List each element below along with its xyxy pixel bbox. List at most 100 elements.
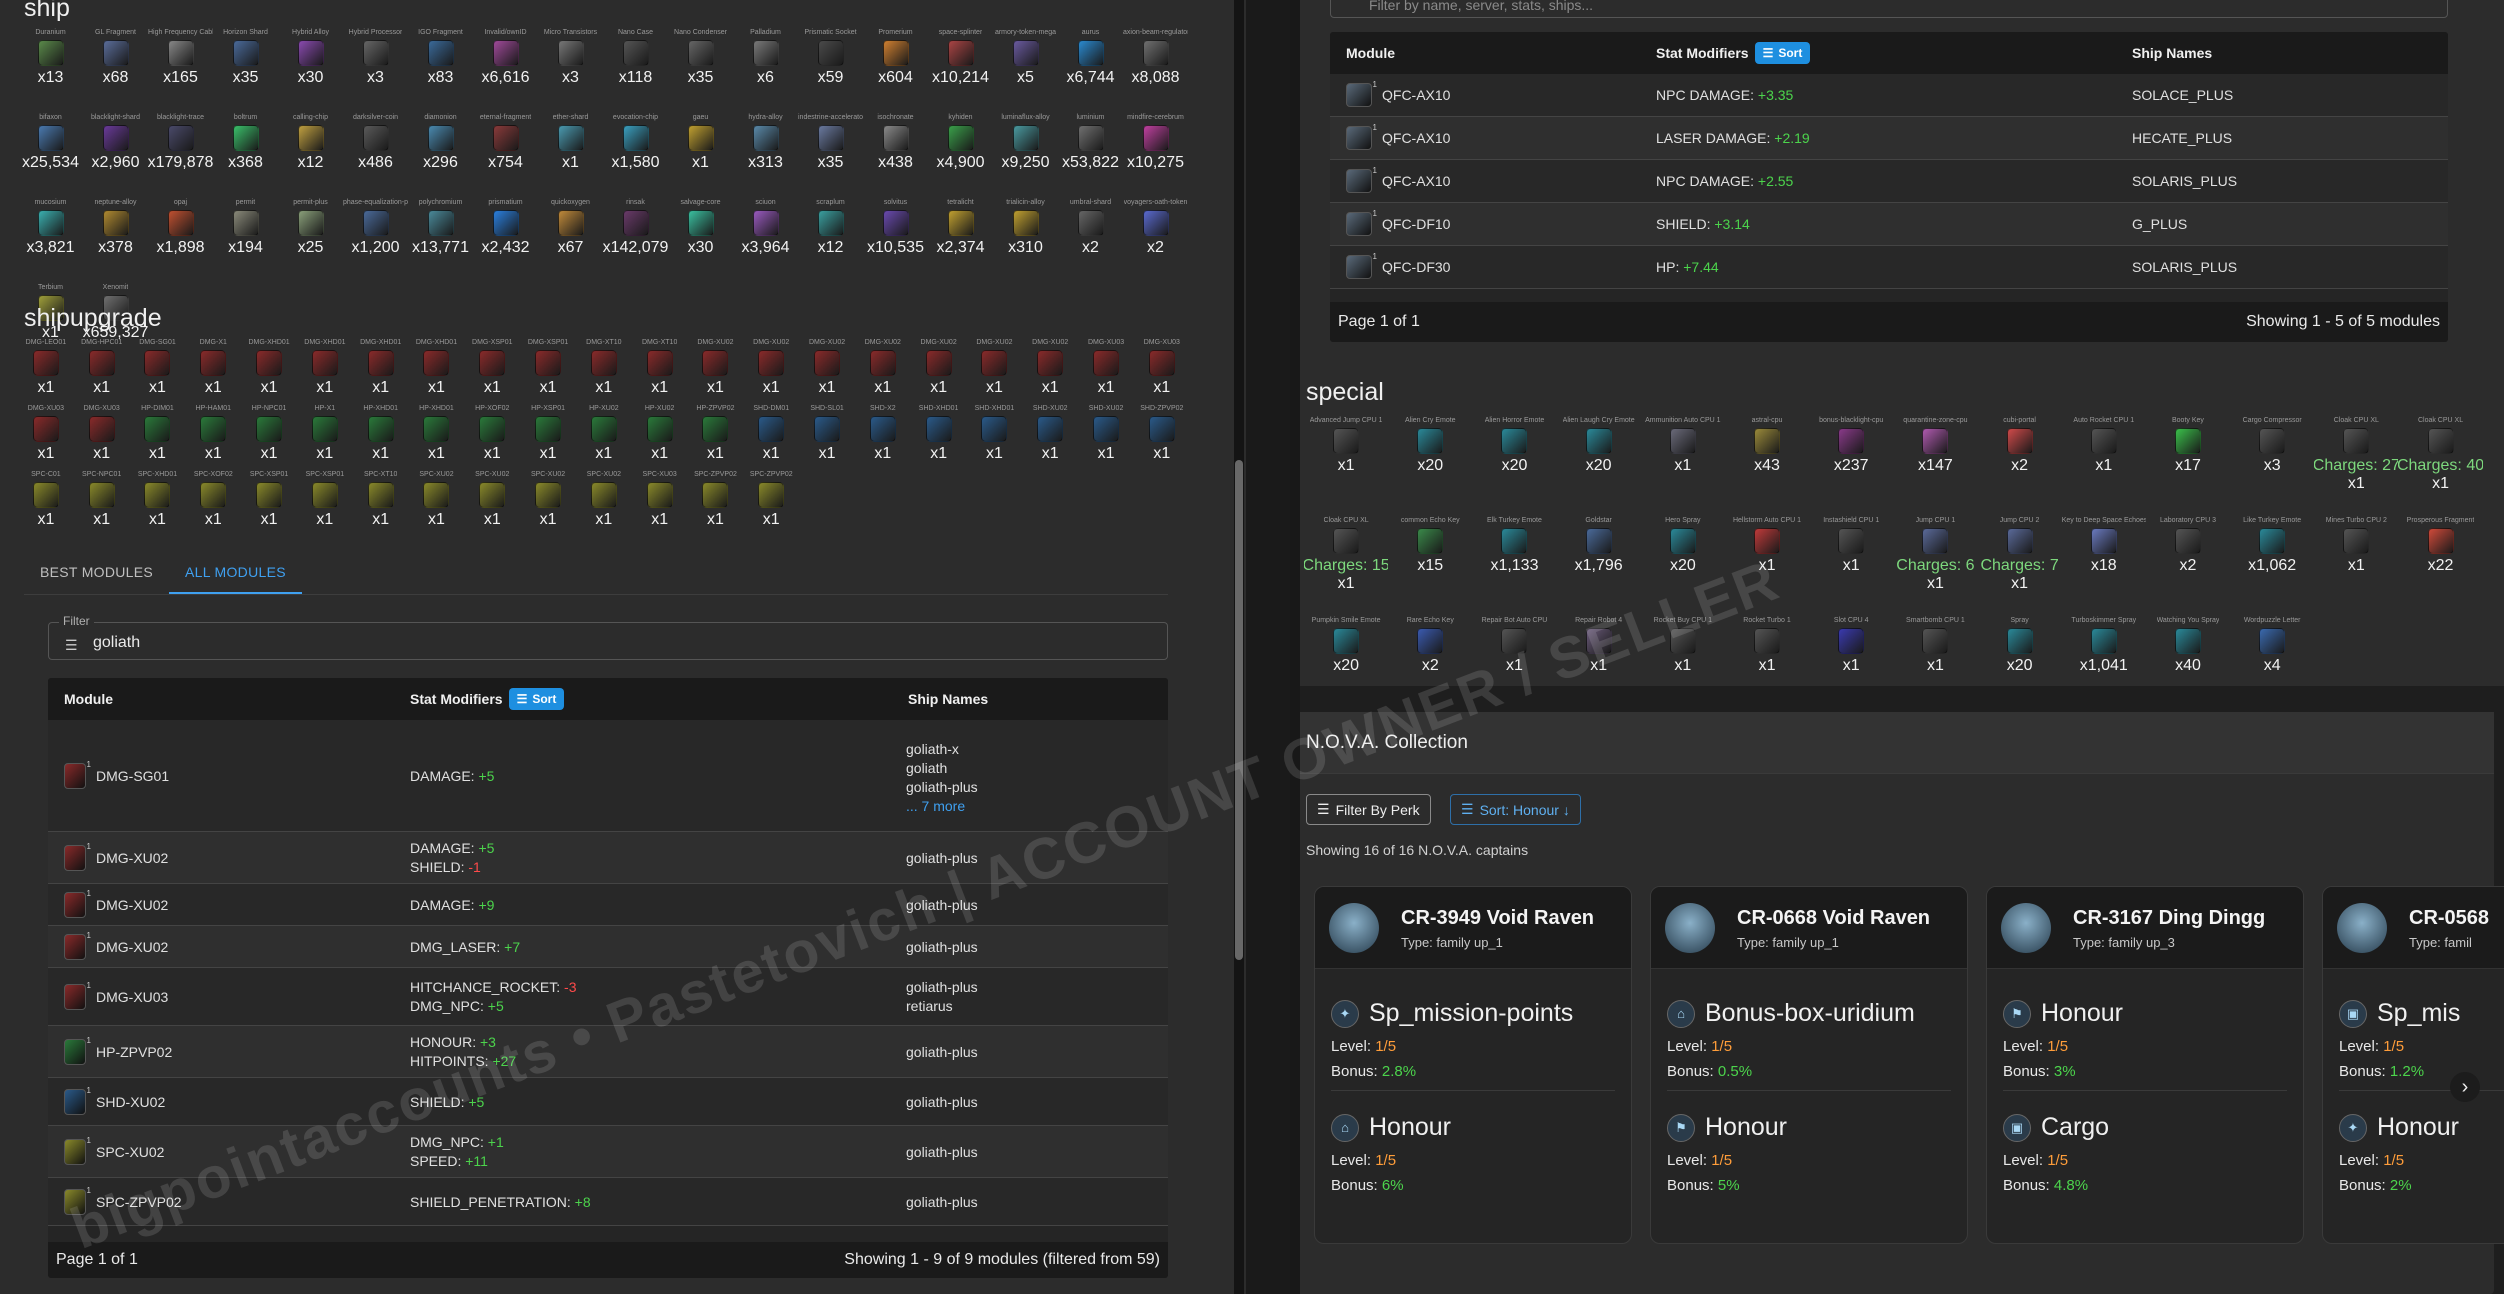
header-module[interactable]: Module: [48, 691, 410, 707]
inventory-item[interactable]: permit x194: [213, 198, 278, 283]
table-row[interactable]: SPC-ZPVP02SHIELD_PENETRATION: +8goliath-…: [48, 1178, 1168, 1226]
inventory-item[interactable]: SPC-ZPVP02 x1: [688, 470, 744, 536]
inventory-item[interactable]: Laboratory CPU 3 x2: [2146, 516, 2230, 616]
left-scrollbar-thumb[interactable]: [1235, 460, 1243, 960]
inventory-item[interactable]: blacklight-trace x179,878: [148, 113, 213, 198]
inventory-item[interactable]: DMG-SG01 x1: [130, 338, 186, 404]
inventory-item[interactable]: SPC-XU03 x1: [632, 470, 688, 536]
sort-button[interactable]: ☰ Sort: [508, 688, 565, 710]
inventory-item[interactable]: space-splinter x10,214: [928, 28, 993, 113]
inventory-item[interactable]: Palladium x6: [733, 28, 798, 113]
inventory-item[interactable]: HP-HAM01 x1: [185, 404, 241, 470]
inventory-item[interactable]: SHD-XHD01 x1: [967, 404, 1023, 470]
filter-by-perk-button[interactable]: ☰ Filter By Perk: [1306, 794, 1431, 825]
show-more-link[interactable]: ... 7 more: [906, 798, 978, 814]
inventory-item[interactable]: IGO Fragment x83: [408, 28, 473, 113]
inventory-item[interactable]: Like Turkey Emote x1,062: [2230, 516, 2314, 616]
inventory-item[interactable]: Rare Echo Key x2: [1388, 616, 1472, 716]
inventory-item[interactable]: Horizon Shard x35: [213, 28, 278, 113]
inventory-item[interactable]: tetralicht x2,374: [928, 198, 993, 283]
table-row[interactable]: QFC-DF30HP: +7.44SOLARIS_PLUS: [1330, 246, 2448, 289]
inventory-item[interactable]: Turboskimmer Spray x1,041: [2062, 616, 2146, 716]
inventory-item[interactable]: cubi-portal x2: [1978, 416, 2062, 516]
inventory-item[interactable]: mucosium x3,821: [18, 198, 83, 283]
inventory-item[interactable]: solvitus x10,535: [863, 198, 928, 283]
inventory-item[interactable]: Auto Rocket CPU 1 x1: [2062, 416, 2146, 516]
inventory-item[interactable]: Watching You Spray x40: [2146, 616, 2230, 716]
inventory-item[interactable]: High Frequency Cable x165: [148, 28, 213, 113]
inventory-item[interactable]: trialicin-alloy x310: [993, 198, 1058, 283]
inventory-item[interactable]: quickoxygen x67: [538, 198, 603, 283]
inventory-item[interactable]: DMG-XSP01 x1: [520, 338, 576, 404]
inventory-item[interactable]: Promerium x604: [863, 28, 928, 113]
inventory-item[interactable]: DMG-XU03 x1: [1078, 338, 1134, 404]
inventory-item[interactable]: Repair Robot 4 x1: [1557, 616, 1641, 716]
inventory-item[interactable]: Invalid/ownID x6,616: [473, 28, 538, 113]
table-row[interactable]: DMG-XU02DAMAGE: +9goliath-plus: [48, 884, 1168, 926]
table-row[interactable]: QFC-AX10LASER DAMAGE: +2.19HECATE_PLUS: [1330, 117, 2448, 160]
inventory-item[interactable]: Ammunition Auto CPU 1 x1: [1641, 416, 1725, 516]
inventory-item[interactable]: SHD-XU02 x1: [1022, 404, 1078, 470]
inventory-item[interactable]: DMG-XU02 x1: [688, 338, 744, 404]
inventory-item[interactable]: Alien Laugh Cry Emote x20: [1557, 416, 1641, 516]
table-row[interactable]: DMG-XU02DMG_LASER: +7goliath-plus: [48, 926, 1168, 968]
right-filter-input[interactable]: Filter by name, server, stats, ships...: [1330, 0, 2448, 18]
inventory-item[interactable]: HP-XU02 x1: [576, 404, 632, 470]
inventory-item[interactable]: aurus x6,744: [1058, 28, 1123, 113]
inventory-item[interactable]: Advanced Jump CPU 1 x1: [1304, 416, 1388, 516]
inventory-item[interactable]: luminaflux-alloy x9,250: [993, 113, 1058, 198]
inventory-item[interactable]: Micro Transistors x3: [538, 28, 603, 113]
inventory-item[interactable]: Instashield CPU 1 x1: [1809, 516, 1893, 616]
inventory-item[interactable]: Hybrid Alloy x30: [278, 28, 343, 113]
inventory-item[interactable]: gaeu x1: [668, 113, 733, 198]
inventory-item[interactable]: Alien Horror Emote x20: [1472, 416, 1556, 516]
inventory-item[interactable]: DMG-XU02 x1: [855, 338, 911, 404]
inventory-item[interactable]: DMG-XHD01 x1: [241, 338, 297, 404]
inventory-item[interactable]: darksilver-coin x486: [343, 113, 408, 198]
inventory-item[interactable]: Hybrid Processor x3: [343, 28, 408, 113]
inventory-item[interactable]: SPC-NPC01 x1: [74, 470, 130, 536]
inventory-item[interactable]: SPC-XU02 x1: [520, 470, 576, 536]
inventory-item[interactable]: permit-plus x25: [278, 198, 343, 283]
inventory-item[interactable]: bonus-blacklight-cpu x237: [1809, 416, 1893, 516]
inventory-item[interactable]: SHD-ZPVP02 x1: [1134, 404, 1190, 470]
inventory-item[interactable]: Jump CPU 1 Charges: 6 x1: [1893, 516, 1977, 616]
inventory-item[interactable]: diamonion x296: [408, 113, 473, 198]
table-row[interactable]: QFC-AX10NPC DAMAGE: +3.35SOLACE_PLUS: [1330, 74, 2448, 117]
inventory-item[interactable]: SPC-XHD01 x1: [130, 470, 186, 536]
inventory-item[interactable]: neptune-alloy x378: [83, 198, 148, 283]
inventory-item[interactable]: HP-ZPVP02 x1: [688, 404, 744, 470]
inventory-item[interactable]: opaj x1,898: [148, 198, 213, 283]
inventory-item[interactable]: SHD-SL01 x1: [799, 404, 855, 470]
table-row[interactable]: SPC-XU02DMG_NPC: +1SPEED: +11goliath-plu…: [48, 1126, 1168, 1178]
inventory-item[interactable]: blacklight-shard x2,960: [83, 113, 148, 198]
inventory-item[interactable]: HP-XHD01 x1: [409, 404, 465, 470]
tab-best-modules[interactable]: BEST MODULES: [24, 552, 169, 594]
carousel-next-arrow-icon[interactable]: ›: [2450, 1072, 2480, 1102]
inventory-item[interactable]: bifaxon x25,534: [18, 113, 83, 198]
table-row[interactable]: QFC-DF10SHIELD: +3.14G_PLUS: [1330, 203, 2448, 246]
inventory-item[interactable]: ether-shard x1: [538, 113, 603, 198]
inventory-item[interactable]: SPC-XU02 x1: [464, 470, 520, 536]
inventory-item[interactable]: Nano Case x118: [603, 28, 668, 113]
inventory-item[interactable]: HP-X1 x1: [297, 404, 353, 470]
inventory-item[interactable]: HP-DIM01 x1: [130, 404, 186, 470]
inventory-item[interactable]: prismatium x2,432: [473, 198, 538, 283]
header-ships[interactable]: Ship Names: [906, 691, 988, 707]
inventory-item[interactable]: Smartbomb CPU 1 x1: [1893, 616, 1977, 716]
table-row[interactable]: HP-ZPVP02HONOUR: +3HITPOINTS: +27goliath…: [48, 1026, 1168, 1078]
inventory-item[interactable]: scraplum x12: [798, 198, 863, 283]
inventory-item[interactable]: umbral-shard x2: [1058, 198, 1123, 283]
inventory-item[interactable]: armory-token-mega x5: [993, 28, 1058, 113]
inventory-item[interactable]: polychromium x13,771: [408, 198, 473, 283]
table-row[interactable]: QFC-AX10NPC DAMAGE: +2.55SOLARIS_PLUS: [1330, 160, 2448, 203]
inventory-item[interactable]: DMG-XU03 x1: [18, 404, 74, 470]
inventory-item[interactable]: HP-XOF02 x1: [464, 404, 520, 470]
inventory-item[interactable]: DMG-XU02 x1: [1022, 338, 1078, 404]
inventory-item[interactable]: mindfire-cerebrum x10,275: [1123, 113, 1188, 198]
inventory-item[interactable]: Goldstar x1,796: [1557, 516, 1641, 616]
inventory-item[interactable]: SPC-XU02 x1: [576, 470, 632, 536]
inventory-item[interactable]: Rocket Turbo 1 x1: [1725, 616, 1809, 716]
inventory-item[interactable]: HP-XSP01 x1: [520, 404, 576, 470]
inventory-item[interactable]: DMG-HPC01 x1: [74, 338, 130, 404]
